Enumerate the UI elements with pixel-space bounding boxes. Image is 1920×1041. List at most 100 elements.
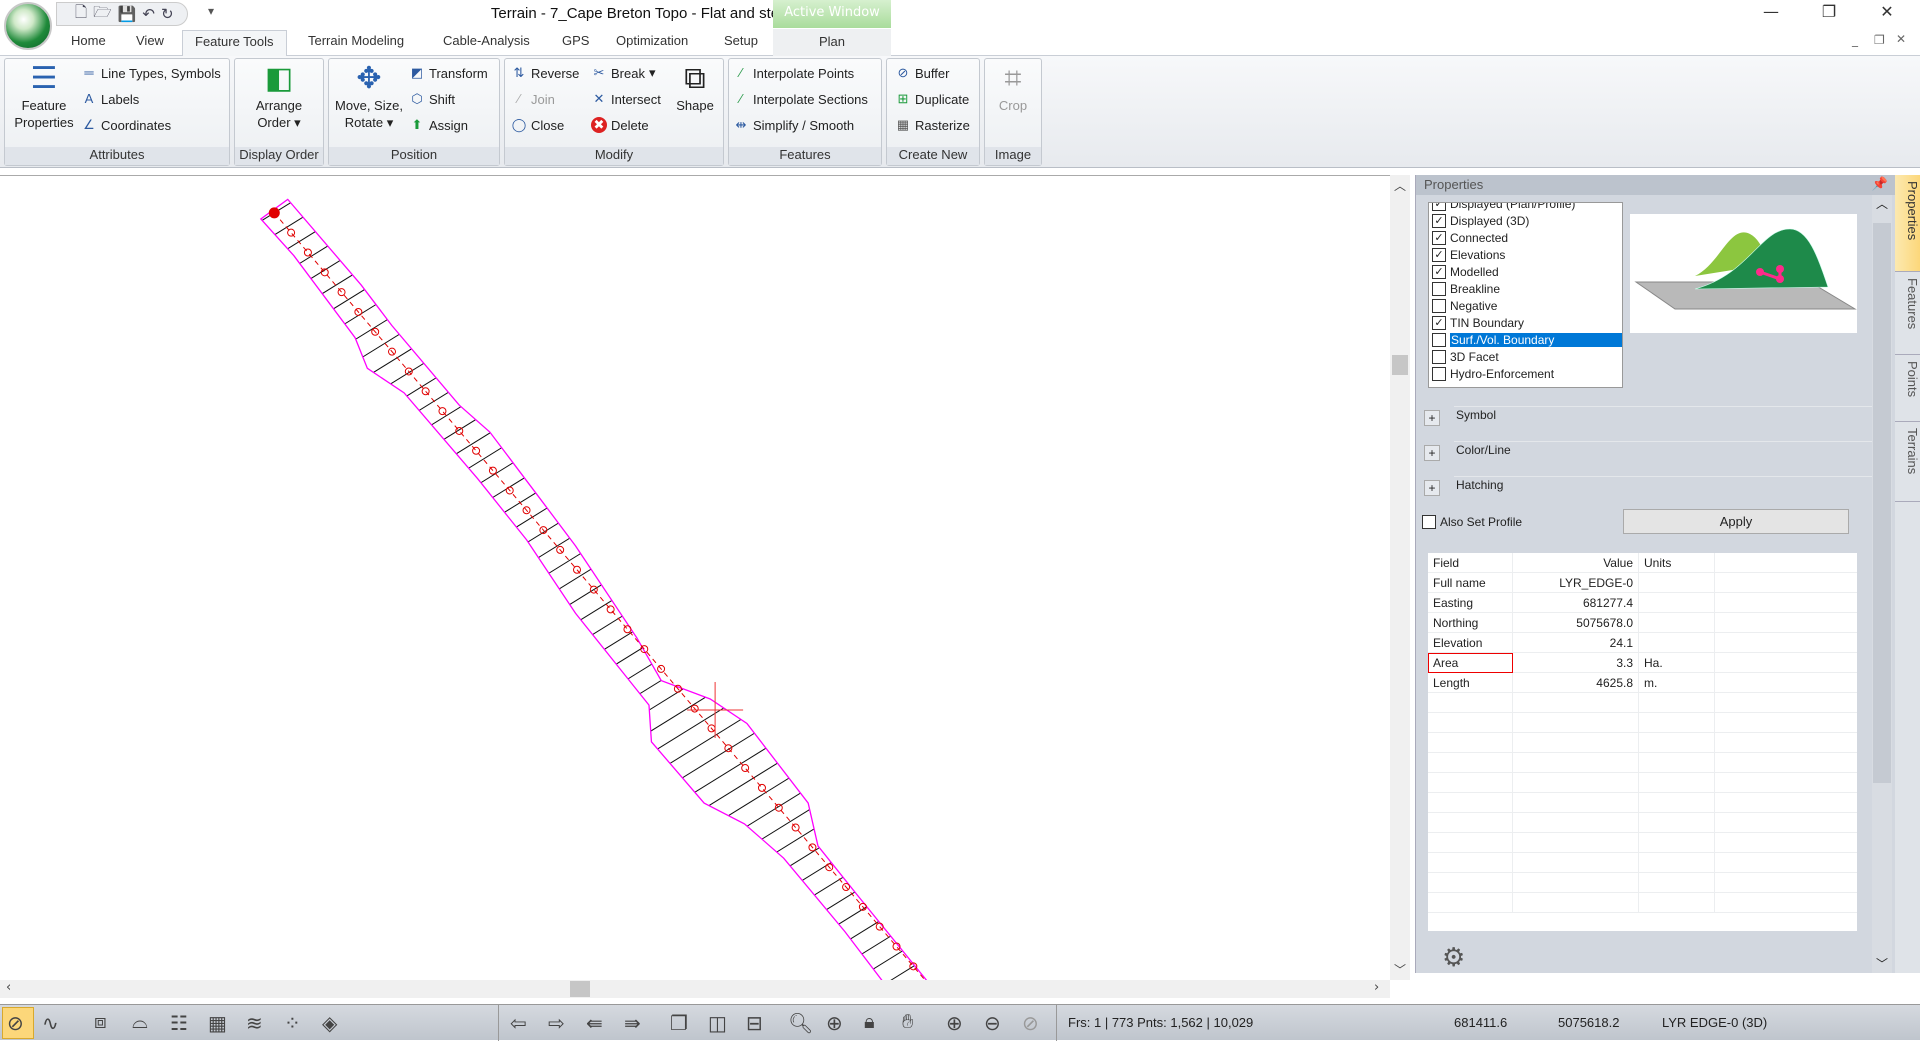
flag-checkbox[interactable]: ✓ Displayed (3D) — [1429, 212, 1622, 229]
zoom-previous-icon[interactable]: ⊘ — [1022, 1011, 1039, 1036]
table-row[interactable]: Area 3.3 Ha. — [1428, 652, 1857, 673]
tab-plan[interactable]: Plan — [773, 29, 891, 56]
labels-button[interactable]: A Labels — [81, 91, 140, 107]
reverse-button[interactable]: ⇅ Reverse — [511, 65, 580, 81]
apply-button[interactable]: Apply — [1623, 509, 1849, 534]
tab-setup[interactable]: Setup — [724, 33, 758, 48]
simplify-smooth-button[interactable]: ⇹ Simplify / Smooth — [733, 117, 855, 133]
restore-button[interactable]: ❐ — [1806, 2, 1852, 26]
plan-view-canvas[interactable] — [0, 175, 1390, 994]
side-tab-terrains[interactable]: Terrains — [1895, 422, 1920, 502]
tab-terrain-modeling[interactable]: Terrain Modeling — [308, 33, 404, 48]
cable-icon[interactable]: ⌓ — [132, 1011, 148, 1034]
section-hatching[interactable]: + Hatching — [1424, 476, 1874, 498]
table-row[interactable]: Elevation 24.1 — [1428, 632, 1857, 653]
scroll-thumb[interactable] — [570, 981, 590, 997]
zoom-in-icon[interactable]: ⊕ — [946, 1011, 963, 1036]
mdi-minimize-icon[interactable]: _ — [1852, 33, 1858, 47]
map-vertical-scrollbar[interactable]: ︿ ﹀ — [1390, 175, 1410, 980]
pan-hand-icon[interactable]: ✋︎ — [902, 1011, 913, 1034]
panel-scrollbar[interactable]: ︿ ﹀ — [1872, 195, 1892, 973]
flag-checkbox[interactable]: ✓ Modelled — [1429, 263, 1622, 280]
zoom-icon[interactable]: 🔍︎ — [788, 1011, 813, 1036]
flag-checkbox[interactable]: Hydro-Enforcement — [1429, 365, 1622, 382]
flag-checkbox[interactable]: 3D Facet — [1429, 348, 1622, 365]
gear-icon[interactable]: ⚙ — [1442, 943, 1465, 973]
delete-button[interactable]: ✖ Delete — [591, 117, 649, 133]
feature-properties-button[interactable]: ☰ Feature Properties — [7, 61, 81, 131]
expand-icon[interactable]: + — [1424, 445, 1440, 461]
tab-feature-tools[interactable]: Feature Tools — [182, 30, 287, 57]
arrow-right-icon[interactable]: ⇨ — [548, 1011, 565, 1036]
coordinates-button[interactable]: ∠ Coordinates — [81, 117, 171, 133]
interpolate-points-button[interactable]: ⁄ Interpolate Points — [733, 65, 854, 81]
split-vertical-icon[interactable]: ◫ — [708, 1011, 727, 1036]
scroll-thumb[interactable] — [1392, 355, 1408, 375]
side-tab-properties[interactable]: Properties — [1895, 175, 1920, 272]
arrow-back-icon[interactable]: ⇚ — [586, 1011, 603, 1036]
profile-icon[interactable]: ∿ — [42, 1011, 59, 1036]
points-icon[interactable]: ⁘ — [284, 1011, 301, 1036]
section-symbol[interactable]: + Symbol — [1424, 406, 1874, 428]
tab-optimization[interactable]: Optimization — [616, 33, 688, 48]
flag-checkbox[interactable]: ✓ Elevations — [1429, 246, 1622, 263]
arrow-forward-icon[interactable]: ⇛ — [624, 1011, 641, 1036]
zoom-out-icon[interactable]: ⊖ — [984, 1011, 1001, 1036]
flag-checkbox[interactable]: Negative — [1429, 297, 1622, 314]
table-row[interactable]: Full name LYR_EDGE-0 — [1428, 572, 1857, 593]
contours-icon[interactable]: ≋ — [246, 1011, 263, 1036]
buffer-feature-drawing[interactable] — [0, 176, 1390, 994]
side-tab-features[interactable]: Features — [1895, 272, 1920, 355]
pin-icon[interactable]: 📌 — [1872, 176, 1888, 192]
scroll-up-icon[interactable]: ︿ — [1876, 195, 1888, 212]
flag-checkbox[interactable]: ✓ Connected — [1429, 229, 1622, 246]
join-button[interactable]: ⁄ Join — [511, 91, 555, 107]
map-horizontal-scrollbar[interactable]: ‹ › — [0, 980, 1390, 998]
scroll-right-icon[interactable]: › — [1374, 980, 1379, 995]
windows-icon[interactable]: ❐ — [670, 1011, 688, 1036]
move-size-rotate-button[interactable]: ✥ Move, Size, Rotate ▾ — [331, 61, 407, 131]
minimize-button[interactable]: — — [1748, 2, 1794, 26]
tab-gps[interactable]: GPS — [562, 33, 589, 48]
mdi-close-icon[interactable]: ✕ — [1896, 32, 1906, 46]
mdi-restore-icon[interactable]: ❐ — [1874, 33, 1885, 47]
tab-view[interactable]: View — [136, 33, 164, 48]
flag-checkbox[interactable]: Surf./Vol. Boundary — [1429, 331, 1622, 348]
assign-button[interactable]: ⬆ Assign — [409, 117, 468, 133]
lock-icon[interactable]: 🔒︎ — [864, 1011, 875, 1034]
close-feature-button[interactable]: ◯ Close — [511, 117, 565, 133]
side-tab-points[interactable]: Points — [1895, 355, 1920, 422]
scroll-up-icon[interactable]: ︿ — [1394, 177, 1406, 194]
interpolate-sections-button[interactable]: ⁄ Interpolate Sections — [733, 91, 868, 107]
table-row[interactable]: Easting 681277.4 — [1428, 592, 1857, 613]
scroll-left-icon[interactable]: ‹ — [6, 980, 11, 995]
arrange-order-button[interactable]: ◧ Arrange Order ▾ — [239, 61, 319, 131]
section-color-line[interactable]: + Color/Line — [1424, 441, 1874, 463]
crop-button[interactable]: ⌗ Crop — [987, 61, 1039, 114]
arrow-left-icon[interactable]: ⇦ — [510, 1011, 527, 1036]
scroll-thumb[interactable] — [1873, 223, 1891, 783]
table-row[interactable]: Length 4625.8 m. — [1428, 672, 1857, 693]
table-row[interactable]: Northing 5075678.0 — [1428, 612, 1857, 633]
stack-icon[interactable]: ◈ — [322, 1011, 337, 1036]
duplicate-button[interactable]: ⊞ Duplicate — [895, 91, 970, 107]
tab-home[interactable]: Home — [71, 33, 106, 48]
tab-cable-analysis[interactable]: Cable-Analysis — [443, 33, 530, 48]
flag-checkbox[interactable]: ✓ Displayed (Plan/Profile) — [1429, 203, 1622, 212]
close-button[interactable]: ✕ — [1864, 2, 1910, 26]
intersect-button[interactable]: ✕ Intersect — [591, 91, 661, 107]
shift-button[interactable]: ⬡ Shift — [409, 91, 455, 107]
shape-button[interactable]: ⧉ Shape — [669, 61, 721, 114]
expand-icon[interactable]: + — [1424, 410, 1440, 426]
transform-button[interactable]: ◩ Transform — [409, 65, 488, 81]
split-horizontal-icon[interactable]: ⊟ — [746, 1011, 763, 1036]
zoom-extents-icon[interactable]: ⊕ — [826, 1011, 843, 1036]
flag-checkbox[interactable]: Breakline — [1429, 280, 1622, 297]
rasterize-button[interactable]: ▦ Rasterize — [895, 117, 970, 133]
flag-checkbox[interactable]: ✓ TIN Boundary — [1429, 314, 1622, 331]
buffer-button[interactable]: ⊘ Buffer — [895, 65, 950, 81]
line-types-button[interactable]: ═ Line Types, Symbols — [81, 65, 220, 81]
scroll-down-icon[interactable]: ﹀ — [1394, 961, 1406, 978]
grid-icon[interactable]: ▦ — [208, 1011, 227, 1036]
expand-icon[interactable]: + — [1424, 480, 1440, 496]
